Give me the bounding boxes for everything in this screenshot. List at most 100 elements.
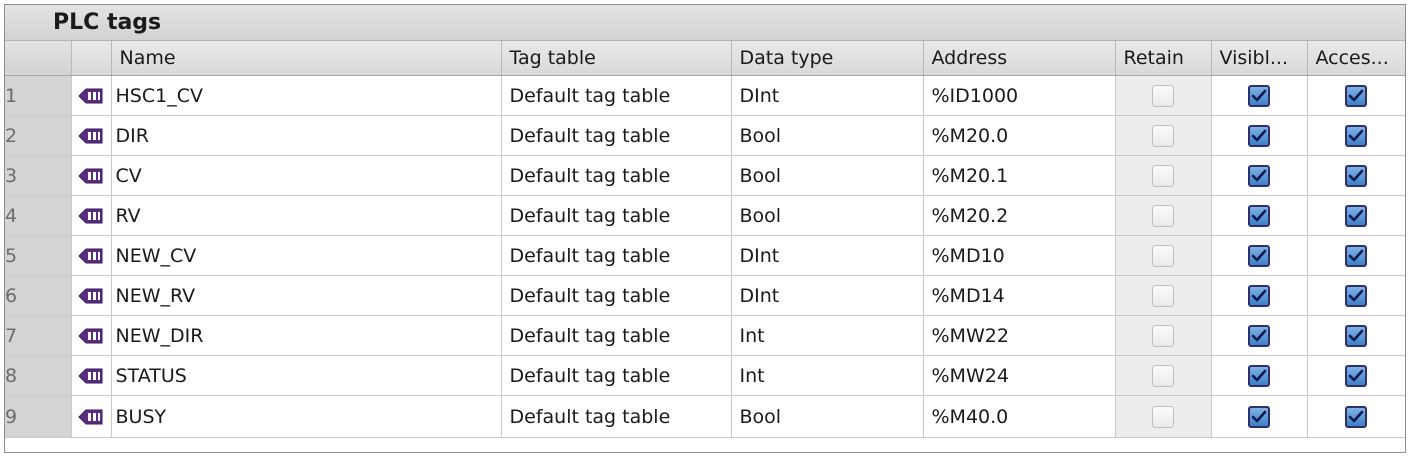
row-number[interactable]: 2 bbox=[5, 115, 72, 156]
data-type-cell[interactable]: Bool bbox=[731, 115, 924, 156]
table-row[interactable]: 4 RV Default tag table Bool %M20.2 bbox=[5, 195, 1405, 236]
table-row[interactable]: 5 NEW_CV Default tag table DInt %MD10 bbox=[5, 235, 1405, 276]
column-header-visible[interactable]: Visibl... bbox=[1211, 41, 1308, 76]
row-number[interactable]: 9 bbox=[5, 395, 72, 438]
accessible-checkbox[interactable] bbox=[1345, 405, 1367, 428]
table-row[interactable]: 6 NEW_RV Default tag table DInt %MD14 bbox=[5, 275, 1405, 316]
retain-checkbox[interactable] bbox=[1152, 84, 1174, 107]
tag-icon-cell bbox=[71, 235, 112, 276]
table-row[interactable]: 3 CV Default tag table Bool %M20.1 bbox=[5, 155, 1405, 196]
accessible-checkbox[interactable] bbox=[1345, 324, 1367, 347]
accessible-cell bbox=[1307, 275, 1405, 316]
tag-table-cell[interactable]: Default tag table bbox=[501, 235, 732, 276]
visible-checkbox[interactable] bbox=[1248, 164, 1270, 187]
address-cell[interactable]: %M20.2 bbox=[923, 195, 1116, 236]
accessible-checkbox[interactable] bbox=[1345, 84, 1367, 107]
data-type-cell[interactable]: Int bbox=[731, 355, 924, 396]
address-cell[interactable]: %MW24 bbox=[923, 355, 1116, 396]
tag-name-cell[interactable]: NEW_RV bbox=[111, 275, 502, 316]
table-header-row: Name Tag table Data type Address Retain … bbox=[5, 41, 1405, 76]
retain-checkbox[interactable] bbox=[1152, 244, 1174, 267]
visible-checkbox[interactable] bbox=[1248, 84, 1270, 107]
data-type-cell[interactable]: Bool bbox=[731, 155, 924, 196]
column-header-tag-table[interactable]: Tag table bbox=[501, 41, 732, 76]
visible-checkbox[interactable] bbox=[1248, 364, 1270, 387]
tag-name-cell[interactable]: BUSY bbox=[111, 395, 502, 438]
address-cell[interactable]: %ID1000 bbox=[923, 75, 1116, 116]
data-type-cell[interactable]: DInt bbox=[731, 235, 924, 276]
row-number[interactable]: 7 bbox=[5, 315, 72, 356]
tag-table-cell[interactable]: Default tag table bbox=[501, 75, 732, 116]
table-row[interactable]: 1 HSC1_CV Default tag table DInt %ID1000 bbox=[5, 75, 1405, 116]
tag-name-cell[interactable]: HSC1_CV bbox=[111, 75, 502, 116]
data-type-cell[interactable]: DInt bbox=[731, 75, 924, 116]
accessible-checkbox[interactable] bbox=[1345, 244, 1367, 267]
tag-table-cell[interactable]: Default tag table bbox=[501, 395, 732, 438]
table-row[interactable]: 7 NEW_DIR Default tag table Int %MW22 bbox=[5, 315, 1405, 356]
retain-checkbox[interactable] bbox=[1152, 124, 1174, 147]
retain-checkbox[interactable] bbox=[1152, 164, 1174, 187]
tag-name-cell[interactable]: DIR bbox=[111, 115, 502, 156]
accessible-checkbox[interactable] bbox=[1345, 204, 1367, 227]
row-number[interactable]: 8 bbox=[5, 355, 72, 396]
accessible-checkbox[interactable] bbox=[1345, 364, 1367, 387]
data-type-cell[interactable]: DInt bbox=[731, 275, 924, 316]
tag-name-cell[interactable]: NEW_DIR bbox=[111, 315, 502, 356]
row-number[interactable]: 6 bbox=[5, 275, 72, 316]
table-row[interactable]: 8 STATUS Default tag table Int %MW24 bbox=[5, 355, 1405, 396]
retain-checkbox[interactable] bbox=[1152, 405, 1174, 428]
tag-table-cell[interactable]: Default tag table bbox=[501, 195, 732, 236]
address-cell[interactable]: %M40.0 bbox=[923, 395, 1116, 438]
column-header-icon[interactable] bbox=[71, 41, 112, 76]
data-type-cell[interactable]: Bool bbox=[731, 195, 924, 236]
retain-checkbox[interactable] bbox=[1152, 284, 1174, 307]
tag-name-cell[interactable]: RV bbox=[111, 195, 502, 236]
accessible-checkbox[interactable] bbox=[1345, 124, 1367, 147]
tag-table-cell[interactable]: Default tag table bbox=[501, 275, 732, 316]
tag-icon-cell bbox=[71, 355, 112, 396]
tag-table-cell[interactable]: Default tag table bbox=[501, 115, 732, 156]
accessible-checkbox[interactable] bbox=[1345, 284, 1367, 307]
table-row[interactable]: 9 BUSY Default tag table Bool %M40.0 bbox=[5, 395, 1405, 438]
visible-checkbox[interactable] bbox=[1248, 244, 1270, 267]
column-header-name[interactable]: Name bbox=[111, 41, 502, 76]
address-cell[interactable]: %MW22 bbox=[923, 315, 1116, 356]
column-header-accessible[interactable]: Acces... bbox=[1307, 41, 1405, 76]
row-number[interactable]: 4 bbox=[5, 195, 72, 236]
tag-table-cell[interactable]: Default tag table bbox=[501, 155, 732, 196]
panel-title: PLC tags bbox=[53, 10, 162, 35]
accessible-checkbox[interactable] bbox=[1345, 164, 1367, 187]
address-cell[interactable]: %M20.0 bbox=[923, 115, 1116, 156]
visible-checkbox[interactable] bbox=[1248, 124, 1270, 147]
visible-checkbox[interactable] bbox=[1248, 405, 1270, 428]
address-cell[interactable]: %M20.1 bbox=[923, 155, 1116, 196]
column-header-row-number[interactable] bbox=[5, 41, 72, 76]
row-number[interactable]: 5 bbox=[5, 235, 72, 276]
retain-checkbox[interactable] bbox=[1152, 204, 1174, 227]
tag-icon-cell bbox=[71, 315, 112, 356]
tag-name-cell[interactable]: STATUS bbox=[111, 355, 502, 396]
retain-checkbox[interactable] bbox=[1152, 324, 1174, 347]
data-type-cell[interactable]: Int bbox=[731, 315, 924, 356]
row-number[interactable]: 3 bbox=[5, 155, 72, 196]
address-cell[interactable]: %MD10 bbox=[923, 235, 1116, 276]
visible-checkbox[interactable] bbox=[1248, 324, 1270, 347]
tag-name-cell[interactable]: NEW_CV bbox=[111, 235, 502, 276]
tag-icon-cell bbox=[71, 395, 112, 438]
column-header-address[interactable]: Address bbox=[923, 41, 1116, 76]
tag-table-cell[interactable]: Default tag table bbox=[501, 315, 732, 356]
tag-table-cell[interactable]: Default tag table bbox=[501, 355, 732, 396]
plc-tag-icon bbox=[78, 408, 104, 426]
row-number[interactable]: 1 bbox=[5, 75, 72, 116]
retain-cell bbox=[1115, 235, 1212, 276]
visible-checkbox[interactable] bbox=[1248, 204, 1270, 227]
table-row[interactable]: 2 DIR Default tag table Bool %M20.0 bbox=[5, 115, 1405, 156]
tag-name-cell[interactable]: CV bbox=[111, 155, 502, 196]
column-header-retain[interactable]: Retain bbox=[1115, 41, 1212, 76]
column-header-data-type[interactable]: Data type bbox=[731, 41, 924, 76]
visible-checkbox[interactable] bbox=[1248, 284, 1270, 307]
retain-checkbox[interactable] bbox=[1152, 364, 1174, 387]
data-type-cell[interactable]: Bool bbox=[731, 395, 924, 438]
address-cell[interactable]: %MD14 bbox=[923, 275, 1116, 316]
plc-tag-icon bbox=[78, 87, 104, 105]
